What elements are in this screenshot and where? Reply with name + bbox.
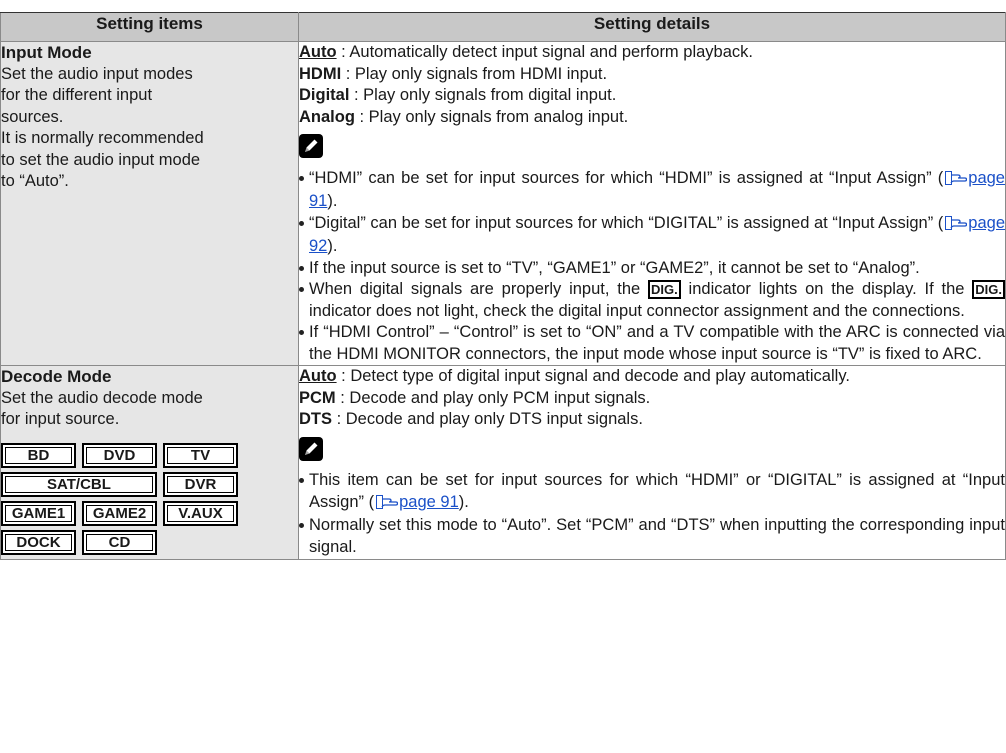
note-item: “HDMI” can be set for input sources for … bbox=[299, 168, 1005, 213]
source-badge-vaux: V.AUX bbox=[163, 500, 238, 526]
note-text: When digital signals are properly input,… bbox=[309, 280, 649, 298]
source-badge-sat-cbl: SAT/CBL bbox=[1, 471, 157, 497]
source-badge-game1: GAME1 bbox=[1, 500, 76, 526]
settings-table: Setting items Setting details Input Mode… bbox=[0, 12, 1006, 560]
input-mode-desc-line: It is normally recommended bbox=[1, 129, 204, 147]
option-name: Auto bbox=[299, 43, 337, 61]
option-name: HDMI bbox=[299, 64, 342, 83]
note-item: When digital signals are properly input,… bbox=[299, 279, 1005, 322]
pencil-icon bbox=[299, 436, 323, 461]
decode-mode-notes: This item can be set for input sources f… bbox=[299, 470, 1005, 558]
table-header-row: Setting items Setting details bbox=[0, 12, 1006, 42]
option-hdmi: HDMI : Play only signals from HDMI input… bbox=[299, 64, 1005, 86]
note-item: “Digital” can be set for input sources f… bbox=[299, 213, 1005, 258]
option-name: Digital bbox=[299, 86, 350, 104]
option-auto: Auto : Automatically detect input signal… bbox=[299, 42, 1005, 64]
input-mode-item-cell: Input Mode Set the audio input modes for… bbox=[0, 41, 299, 366]
dig-indicator-icon: DIG. bbox=[648, 280, 681, 299]
pencil-icon bbox=[299, 134, 323, 158]
input-mode-desc-line: Set the audio input modes bbox=[1, 64, 193, 83]
decode-mode-desc-line: for input source. bbox=[1, 410, 120, 428]
option-desc: : Automatically detect input signal and … bbox=[336, 43, 753, 61]
note-text: indicator lights on the display. If the bbox=[680, 280, 973, 298]
input-mode-details-cell: Auto : Automatically detect input signal… bbox=[298, 41, 1006, 366]
source-badge-dvd: DVD bbox=[82, 442, 157, 468]
header-setting-details: Setting details bbox=[298, 12, 1006, 42]
source-badge-cd: CD bbox=[82, 529, 157, 555]
note-item: If “HDMI Control” – “Control” is set to … bbox=[299, 322, 1005, 365]
note-text: ). bbox=[327, 192, 338, 210]
input-mode-desc-line: for the different input bbox=[1, 86, 153, 104]
decode-mode-details-cell: Auto : Detect type of digital input sign… bbox=[298, 365, 1006, 560]
reference-hand-icon bbox=[945, 215, 968, 237]
option-analog: Analog : Play only signals from analog i… bbox=[299, 107, 1005, 129]
source-badge-game2: GAME2 bbox=[82, 500, 157, 526]
input-mode-desc-line: to set the audio input mode bbox=[1, 150, 201, 169]
option-name: Analog bbox=[299, 107, 355, 126]
option-name: PCM bbox=[299, 388, 336, 407]
input-mode-desc-line: sources. bbox=[1, 107, 64, 126]
table-row-input-mode: Input Mode Set the audio input modes for… bbox=[0, 41, 1006, 366]
option-dts: DTS : Decode and play only DTS input sig… bbox=[299, 409, 1005, 431]
source-badge-bd: BD bbox=[1, 442, 76, 468]
option-desc: : Decode and play only DTS input signals… bbox=[332, 410, 643, 428]
note-item: If the input source is set to “TV”, “GAM… bbox=[299, 258, 1005, 280]
option-auto: Auto : Detect type of digital input sign… bbox=[299, 366, 1005, 388]
note-text: ). bbox=[458, 492, 469, 511]
input-mode-desc-line: to “Auto”. bbox=[1, 172, 69, 190]
source-badge-dvr: DVR bbox=[163, 471, 238, 497]
page-link[interactable]: page 91 bbox=[399, 493, 459, 511]
option-desc: : Play only signals from digital input. bbox=[349, 86, 617, 104]
option-pcm: PCM : Decode and play only PCM input sig… bbox=[299, 388, 1005, 410]
note-item: Normally set this mode to “Auto”. Set “P… bbox=[299, 515, 1005, 558]
note-text: ). bbox=[327, 237, 338, 255]
header-setting-items: Setting items bbox=[0, 12, 299, 42]
dig-indicator-icon: DIG. bbox=[972, 280, 1005, 299]
option-desc: : Play only signals from analog input. bbox=[354, 107, 629, 126]
reference-hand-icon bbox=[376, 494, 399, 516]
source-badge-tv: TV bbox=[163, 442, 238, 468]
note-text: indicator does not light, check the digi… bbox=[309, 301, 965, 320]
note-item: This item can be set for input sources f… bbox=[299, 470, 1005, 515]
option-desc: : Decode and play only PCM input signals… bbox=[335, 388, 651, 407]
option-desc: : Play only signals from HDMI input. bbox=[341, 64, 608, 83]
option-name: DTS bbox=[299, 410, 332, 428]
decode-mode-desc-line: Set the audio decode mode bbox=[1, 388, 203, 407]
input-mode-notes: “HDMI” can be set for input sources for … bbox=[299, 168, 1005, 366]
reference-hand-icon bbox=[945, 170, 968, 192]
option-desc: : Detect type of digital input signal an… bbox=[336, 367, 850, 385]
table-row-decode-mode: Decode Mode Set the audio decode mode fo… bbox=[0, 365, 1006, 560]
option-name: Auto bbox=[299, 367, 337, 385]
note-text: “HDMI” can be set for input sources for … bbox=[309, 168, 944, 187]
input-source-grid: BD DVD TV SAT/CBL DVR GAME1 GAME2 V.AUX … bbox=[1, 442, 298, 555]
input-mode-title: Input Mode bbox=[1, 43, 92, 62]
decode-mode-item-cell: Decode Mode Set the audio decode mode fo… bbox=[0, 365, 299, 560]
note-text: “Digital” can be set for input sources f… bbox=[309, 213, 944, 232]
source-badge-dock: DOCK bbox=[1, 529, 76, 555]
option-digital: Digital : Play only signals from digital… bbox=[299, 85, 1005, 107]
decode-mode-title: Decode Mode bbox=[1, 367, 112, 386]
